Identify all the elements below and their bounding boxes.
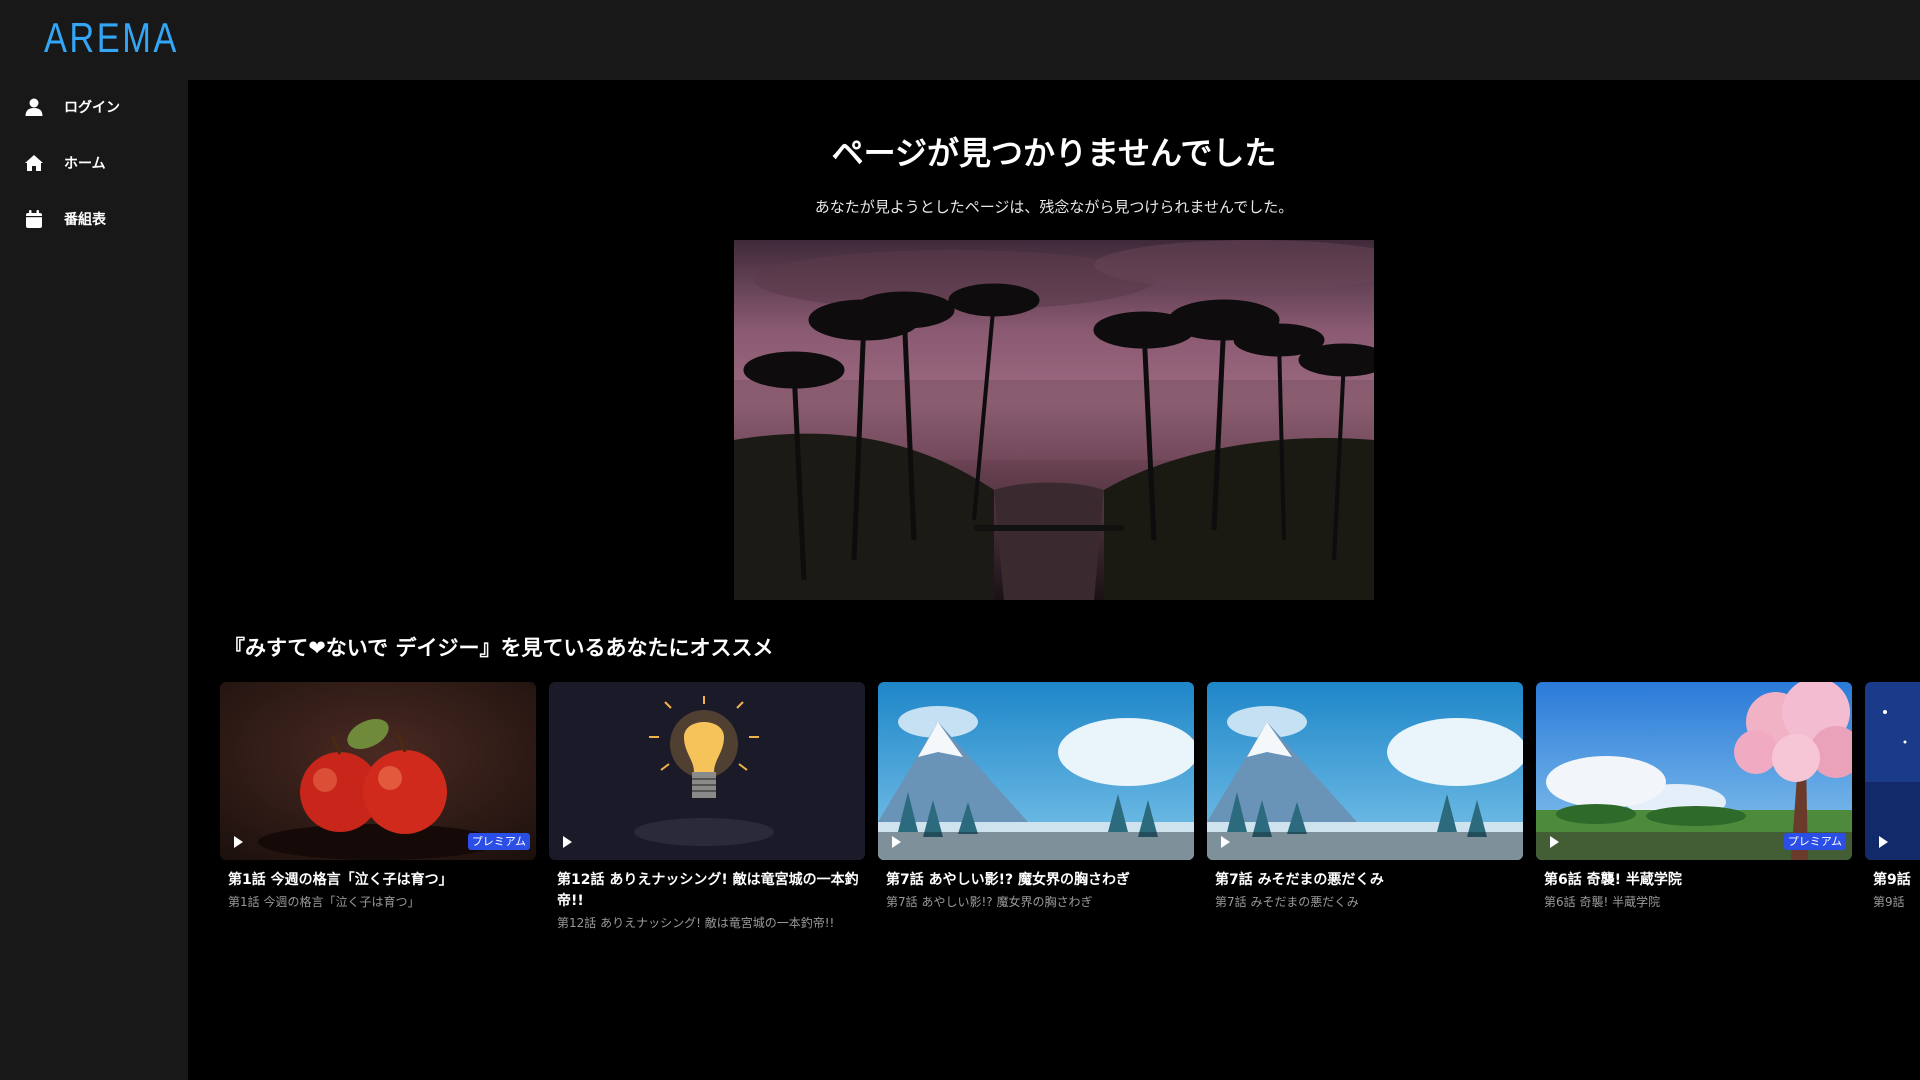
- episode-card[interactable]: プレミアム 第1話 今週の格言「泣く子は育つ」 第1話 今週の格言「泣く子は育つ…: [220, 682, 536, 910]
- episode-card[interactable]: 第9話 第9話: [1865, 682, 1920, 910]
- episode-card[interactable]: プレミアム 第6話 奇襲! 半蔵学院 第6話 奇襲! 半蔵学院: [1536, 682, 1852, 910]
- calendar-icon: [26, 210, 42, 228]
- episode-subtitle: 第7話 あやしい影!? 魔女界の胸さわぎ: [886, 895, 1093, 909]
- play-icon: [563, 836, 572, 848]
- home-icon: [25, 155, 43, 171]
- play-icon: [892, 836, 901, 848]
- episode-thumbnail[interactable]: [1207, 682, 1523, 860]
- episode-title[interactable]: 第1話 今週の格言「泣く子は育つ」: [220, 870, 536, 891]
- episode-title[interactable]: 第9話: [1865, 870, 1920, 891]
- sidebar-item-login[interactable]: ログイン: [0, 87, 188, 127]
- play-icon: [234, 836, 243, 848]
- page-title: ページが見つかりませんでした: [831, 134, 1277, 172]
- episode-card[interactable]: 第7話 みそだまの悪だくみ 第7話 みそだまの悪だくみ: [1207, 682, 1523, 910]
- episode-subtitle: 第1話 今週の格言「泣く子は育つ」: [228, 895, 420, 909]
- sidebar: ログイン ホーム 番組表: [0, 80, 188, 1080]
- main-content: ページが見つかりませんでした あなたが見ようとしたページは、残念ながら見つけられ…: [188, 80, 1920, 1080]
- episode-thumbnail[interactable]: [878, 682, 1194, 860]
- sidebar-item-label: ログイン: [64, 100, 120, 116]
- episode-title[interactable]: 第6話 奇襲! 半蔵学院: [1536, 870, 1852, 891]
- episode-subtitle: 第12話 ありえナッシング! 敵は竜宮城の一本釣帝!!: [557, 916, 835, 930]
- play-icon: [1221, 836, 1230, 848]
- episode-title[interactable]: 第7話 みそだまの悪だくみ: [1207, 870, 1523, 891]
- sidebar-item-label: 番組表: [64, 212, 106, 228]
- sidebar-item-label: ホーム: [64, 156, 106, 172]
- hero-image: [734, 240, 1374, 600]
- episode-subtitle: 第9話: [1873, 895, 1905, 909]
- premium-badge: プレミアム: [467, 833, 530, 850]
- episode-card[interactable]: 第12話 ありえナッシング! 敵は竜宮城の一本釣帝!! 第12話 ありえナッシン…: [549, 682, 865, 931]
- premium-badge: プレミアム: [1783, 833, 1846, 850]
- user-icon: [25, 98, 43, 116]
- top-header: AREMA: [0, 0, 1920, 80]
- episode-card[interactable]: 第7話 あやしい影!? 魔女界の胸さわぎ 第7話 あやしい影!? 魔女界の胸さわ…: [878, 682, 1194, 910]
- episode-thumbnail[interactable]: [549, 682, 865, 860]
- episode-title[interactable]: 第12話 ありえナッシング! 敵は竜宮城の一本釣帝!!: [549, 870, 865, 912]
- episode-subtitle: 第7話 みそだまの悪だくみ: [1215, 895, 1359, 909]
- episode-title[interactable]: 第7話 あやしい影!? 魔女界の胸さわぎ: [878, 870, 1194, 891]
- sidebar-item-schedule[interactable]: 番組表: [0, 199, 188, 239]
- sidebar-item-home[interactable]: ホーム: [0, 143, 188, 183]
- play-icon: [1879, 836, 1888, 848]
- play-icon: [1550, 836, 1559, 848]
- episode-subtitle: 第6話 奇襲! 半蔵学院: [1544, 895, 1661, 909]
- episode-thumbnail[interactable]: プレミアム: [220, 682, 536, 860]
- episode-thumbnail[interactable]: プレミアム: [1536, 682, 1852, 860]
- arema-logo[interactable]: AREMA: [44, 14, 179, 62]
- page-subtitle: あなたが見ようとしたページは、残念ながら見つけられませんでした。: [814, 198, 1294, 216]
- recommend-section-title: 『みすて❤ないで デイジー』を見ているあなたにオススメ: [224, 636, 774, 660]
- episode-thumbnail[interactable]: [1865, 682, 1920, 860]
- recommend-carousel[interactable]: プレミアム 第1話 今週の格言「泣く子は育つ」 第1話 今週の格言「泣く子は育つ…: [220, 682, 1920, 962]
